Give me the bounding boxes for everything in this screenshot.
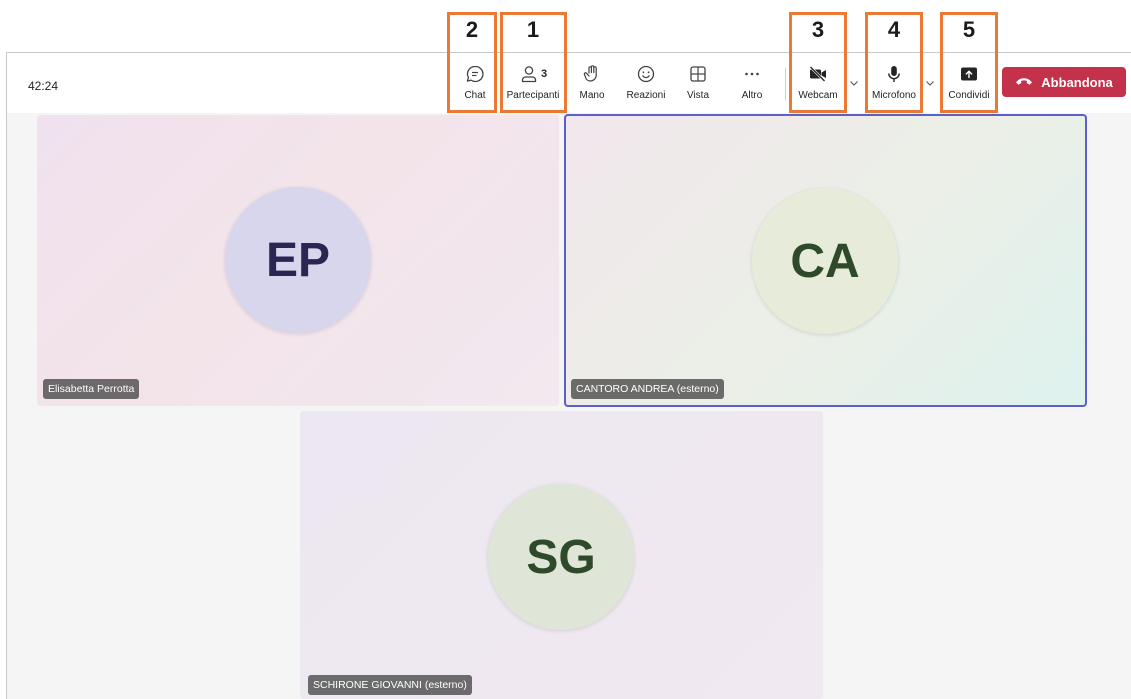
reactions-label: Reazioni	[626, 90, 666, 101]
annotation-number-participants: 1	[526, 17, 540, 42]
webcam-chevron-down-icon[interactable]	[848, 76, 860, 88]
participant-tile[interactable]: EP Elisabetta Perrotta	[37, 115, 559, 406]
smiley-icon	[636, 62, 656, 86]
annotation-number-chat: 2	[465, 17, 479, 42]
more-label: Altro	[741, 90, 763, 101]
participant-tile[interactable]: SG SCHIRONE GIOVANNI (esterno)	[300, 411, 823, 699]
grid-view-icon	[688, 62, 708, 86]
hand-label: Mano	[579, 90, 605, 101]
annotation-number-microphone: 4	[887, 17, 901, 42]
hang-up-icon	[1015, 75, 1033, 90]
meeting-timer: 42:24	[28, 79, 59, 93]
leave-call-button[interactable]: Abbandona	[1002, 67, 1126, 97]
avatar: CA	[752, 188, 898, 334]
participant-name-tag: SCHIRONE GIOVANNI (esterno)	[308, 675, 472, 695]
avatar: SG	[488, 484, 634, 630]
participant-name-tag: Elisabetta Perrotta	[43, 379, 140, 399]
annotation-number-webcam: 3	[811, 17, 825, 42]
raise-hand-button[interactable]: Mano	[572, 62, 612, 108]
annotation-number-share: 5	[962, 17, 976, 42]
hand-icon	[582, 62, 602, 86]
leave-label: Abbandona	[1041, 74, 1113, 90]
reactions-button[interactable]: Reazioni	[622, 62, 670, 108]
participant-tile-active-speaker[interactable]: CA CANTORO ANDREA (esterno)	[564, 114, 1087, 407]
view-button[interactable]: Vista	[680, 62, 716, 108]
view-label: Vista	[686, 90, 710, 101]
avatar: EP	[225, 187, 371, 333]
meeting-window: 42:24 Chat 3 Partecipanti Mano Reazioni …	[0, 0, 1131, 699]
toolbar-divider	[785, 68, 786, 100]
more-dots-icon	[742, 62, 762, 86]
participant-name-tag: CANTORO ANDREA (esterno)	[571, 379, 724, 399]
more-button[interactable]: Altro	[732, 62, 772, 108]
mic-chevron-down-icon[interactable]	[924, 76, 936, 88]
